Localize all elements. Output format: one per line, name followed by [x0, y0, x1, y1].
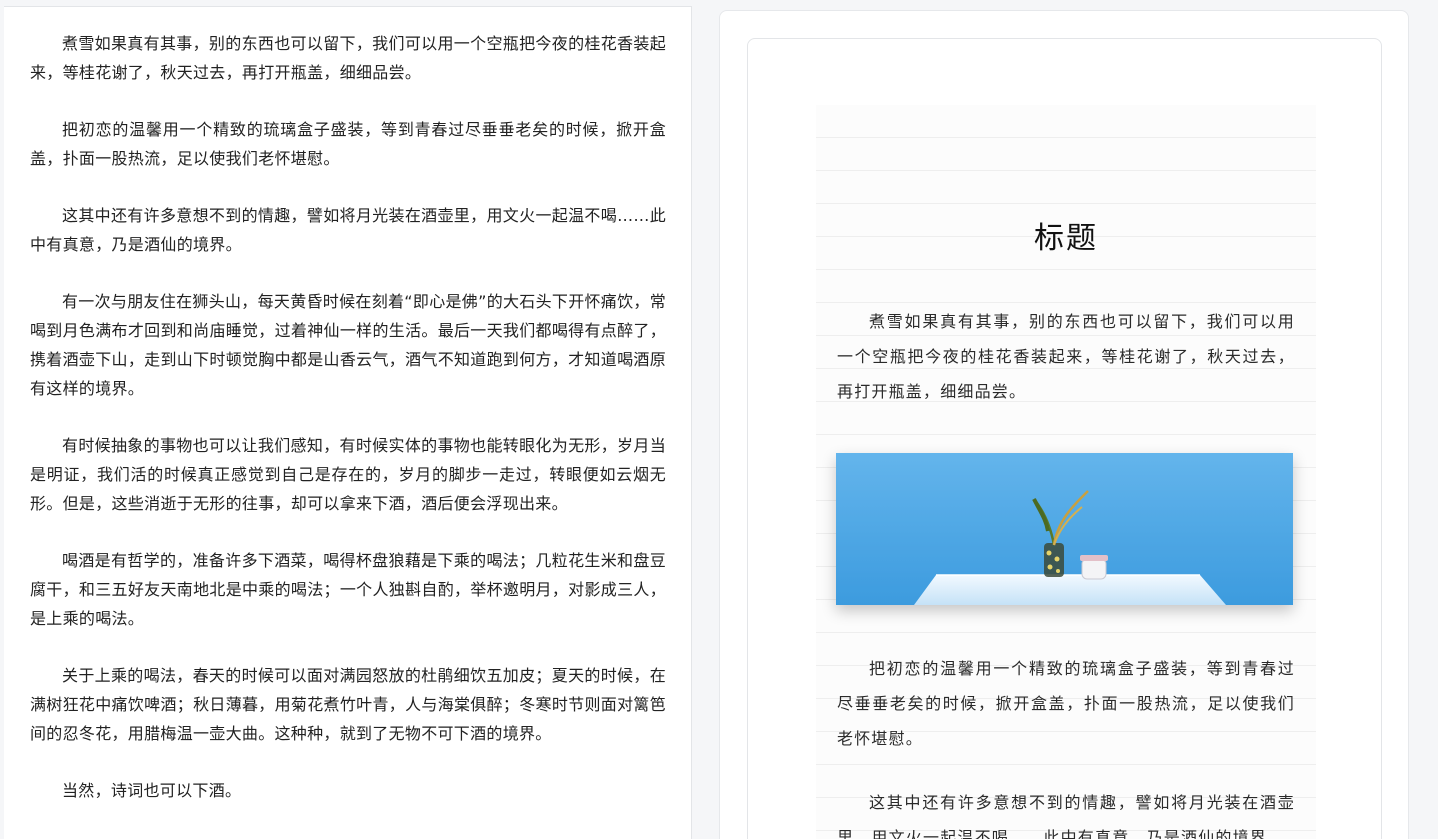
- editor-paragraph[interactable]: 关于上乘的喝法，春天的时候可以面对满园怒放的杜鹃细饮五加皮；夏天的时候，在满树狂…: [30, 661, 666, 748]
- plant-on-table-image: [836, 453, 1293, 605]
- editor-paragraph[interactable]: 把初恋的温馨用一个精致的琉璃盒子盛装，等到青春过尽垂垂老矣的时候，掀开盒盖，扑面…: [30, 115, 666, 173]
- editor-paragraph[interactable]: 喝酒是有哲学的，准备许多下酒菜，喝得杯盘狼藉是下乘的喝法；几粒花生米和盘豆腐干，…: [30, 546, 666, 633]
- editor-paragraph[interactable]: 当然，诗词也可以下酒。: [30, 776, 666, 805]
- preview-image: [836, 453, 1293, 605]
- editor-text-area[interactable]: 煮雪如果真有其事，别的东西也可以留下，我们可以用一个空瓶把今夜的桂花香装起来，等…: [30, 29, 666, 833]
- preview-pane[interactable]: 标题 煮雪如果真有其事，别的东西也可以留下，我们可以用一个空瓶把今夜的桂花香装起…: [719, 10, 1409, 839]
- editor-pane[interactable]: 煮雪如果真有其事，别的东西也可以留下，我们可以用一个空瓶把今夜的桂花香装起来，等…: [4, 6, 692, 839]
- editor-paragraph[interactable]: 这其中还有许多意想不到的情趣，譬如将月光装在酒壶里，用文火一起温不喝……此中有真…: [30, 201, 666, 259]
- preview-paragraph: 煮雪如果真有其事，别的东西也可以留下，我们可以用一个空瓶把今夜的桂花香装起来，等…: [837, 312, 1295, 401]
- editor-paragraph[interactable]: 有一次与朋友住在狮头山，每天黄昏时候在刻着“即心是佛”的大石头下开怀痛饮，常喝到…: [30, 287, 666, 403]
- preview-paragraph: 这其中还有许多意想不到的情趣，譬如将月光装在酒壶里，用文火一起温不喝……此中有真…: [837, 793, 1295, 839]
- lined-paper: 标题 煮雪如果真有其事，别的东西也可以留下，我们可以用一个空瓶把今夜的桂花香装起…: [816, 105, 1316, 839]
- markdown-editor-app: 煮雪如果真有其事，别的东西也可以留下，我们可以用一个空瓶把今夜的桂花香装起来，等…: [0, 0, 1438, 839]
- preview-title: 标题: [1034, 221, 1098, 256]
- editor-paragraph[interactable]: 有时候抽象的事物也可以让我们感知，有时候实体的事物也能转眼化为无形，岁月当是明证…: [30, 431, 666, 518]
- preview-card: 标题 煮雪如果真有其事，别的东西也可以留下，我们可以用一个空瓶把今夜的桂花香装起…: [747, 38, 1382, 839]
- preview-paragraph: 把初恋的温馨用一个精致的琉璃盒子盛装，等到青春过尽垂垂老矣的时候，掀开盒盖，扑面…: [837, 659, 1295, 748]
- editor-paragraph[interactable]: 煮雪如果真有其事，别的东西也可以留下，我们可以用一个空瓶把今夜的桂花香装起来，等…: [30, 29, 666, 87]
